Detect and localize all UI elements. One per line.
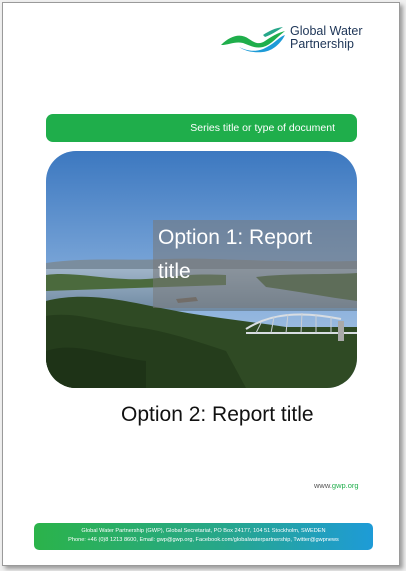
cover-photo: Option 1: Report title bbox=[46, 151, 357, 388]
logo-line-2: Partnership bbox=[290, 37, 354, 51]
water-wave-icon bbox=[221, 27, 285, 53]
logo-wordmark: Global Water Partnership bbox=[290, 25, 362, 51]
document-page: Global Water Partnership Series title or… bbox=[2, 2, 400, 566]
report-title: Option 2: Report title bbox=[121, 403, 314, 426]
footer-address: Global Water Partnership (GWP), Global S… bbox=[81, 528, 326, 534]
website-domain: gwp.org bbox=[331, 481, 359, 490]
overlay-report-title: Option 1: Report title bbox=[153, 220, 357, 308]
footer-contacts: Phone: +46 (0)8 1213 8600, Email: gwp@gw… bbox=[68, 536, 339, 543]
series-title-banner: Series title or type of document bbox=[46, 114, 357, 142]
website-link[interactable]: www.gwp.org bbox=[314, 481, 359, 490]
website-prefix: www. bbox=[314, 481, 332, 490]
footer-contact-bar: Global Water Partnership (GWP), Global S… bbox=[34, 523, 373, 550]
gwp-logo: Global Water Partnership bbox=[219, 23, 369, 59]
